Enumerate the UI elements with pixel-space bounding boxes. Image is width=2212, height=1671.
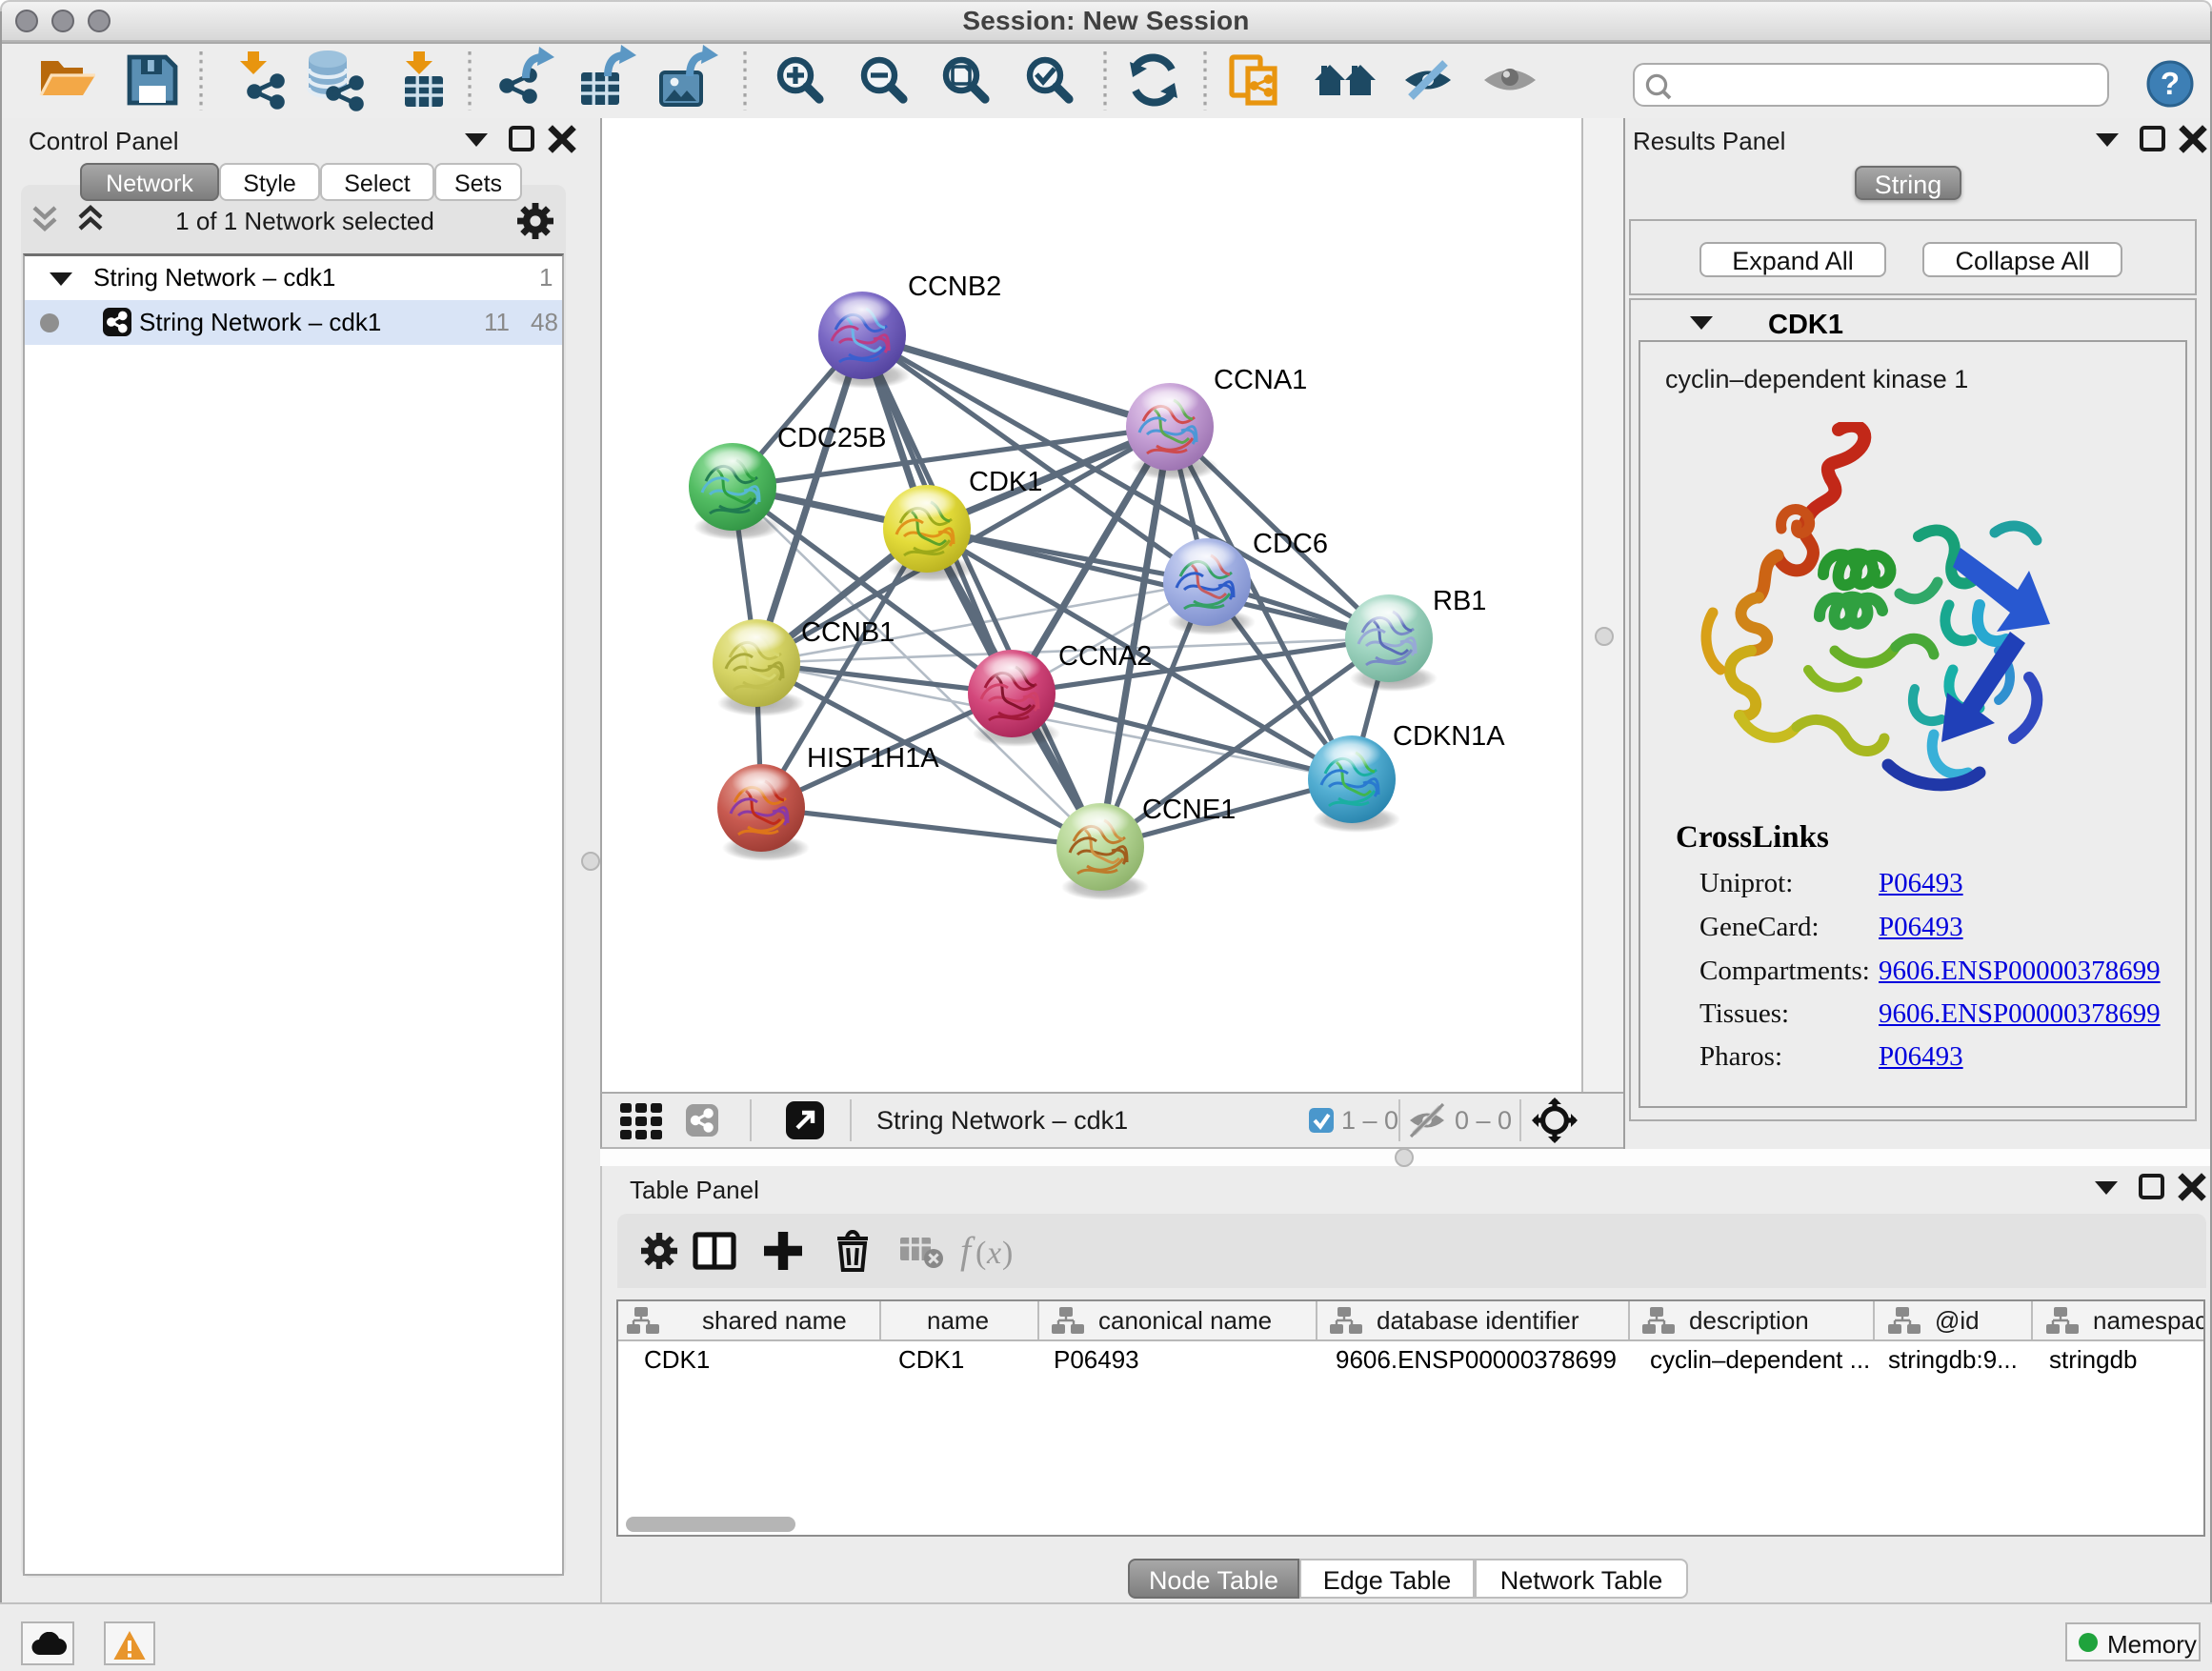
svg-text:CCNE1: CCNE1 [1142, 795, 1236, 825]
svg-text:f: f [960, 1229, 975, 1272]
svg-text:CCNB2: CCNB2 [908, 272, 1001, 302]
svg-text:CDC6: CDC6 [1253, 529, 1328, 559]
svg-text:HIST1H1A: HIST1H1A [807, 743, 939, 774]
svg-text:CDK1: CDK1 [644, 1345, 710, 1374]
svg-text:CDK1: CDK1 [969, 467, 1042, 497]
svg-text:namespace: namespace [2093, 1306, 2203, 1335]
svg-text:CDC25B: CDC25B [777, 423, 886, 453]
svg-text:stringdb:9...: stringdb:9... [1888, 1345, 2018, 1374]
svg-text:String Network – cdk1: String Network – cdk1 [876, 1106, 1128, 1135]
svg-text:9606.ENSP00000378699: 9606.ENSP00000378699 [1336, 1345, 1617, 1374]
svg-text:(: ( [975, 1236, 986, 1271]
svg-text:CDK1: CDK1 [898, 1345, 964, 1374]
svg-text:@id: @id [1935, 1306, 1980, 1335]
svg-text:x: x [986, 1236, 1001, 1271]
svg-text:CCNA1: CCNA1 [1214, 365, 1307, 395]
svg-text:CCNA2: CCNA2 [1058, 641, 1152, 672]
svg-text:stringdb: stringdb [2049, 1345, 2138, 1374]
svg-text:description: description [1689, 1306, 1809, 1335]
svg-text:): ) [1002, 1236, 1013, 1271]
svg-text:CDKN1A: CDKN1A [1393, 721, 1505, 752]
svg-text:1 – 0: 1 – 0 [1341, 1106, 1398, 1135]
svg-text:P06493: P06493 [1054, 1345, 1139, 1374]
svg-text:canonical name: canonical name [1098, 1306, 1272, 1335]
svg-text:database identifier: database identifier [1377, 1306, 1579, 1335]
svg-text:CCNB1: CCNB1 [801, 617, 895, 648]
svg-text:?: ? [2161, 66, 2180, 101]
svg-text:shared name: shared name [702, 1306, 847, 1335]
svg-text:cyclin–dependent ...: cyclin–dependent ... [1650, 1345, 1870, 1374]
svg-text:name: name [927, 1306, 989, 1335]
svg-text:0 – 0: 0 – 0 [1455, 1106, 1512, 1135]
svg-text:RB1: RB1 [1433, 586, 1486, 616]
